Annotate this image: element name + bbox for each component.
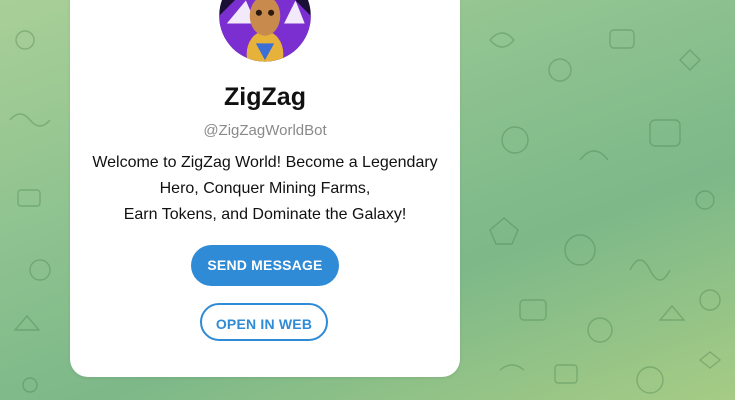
description-line: Hero, Conquer Mining Farms,: [159, 180, 371, 197]
bot-name: ZigZag: [224, 83, 306, 111]
description-line: Earn Tokens, and Dominate the Galaxy!: [123, 206, 407, 223]
bot-username: @ZigZagWorldBot: [203, 122, 327, 139]
description-line: Welcome to ZigZag World! Become a Legend…: [92, 154, 438, 171]
bot-avatar-icon: [205, 0, 325, 67]
bot-profile-card: ZigZag @ZigZagWorldBot Welcome to ZigZag…: [70, 0, 460, 377]
open-in-web-button[interactable]: OPEN IN WEB: [200, 303, 328, 341]
bot-description: Welcome to ZigZag World! Become a Legend…: [90, 150, 440, 228]
send-message-button[interactable]: SEND MESSAGE: [191, 245, 339, 286]
